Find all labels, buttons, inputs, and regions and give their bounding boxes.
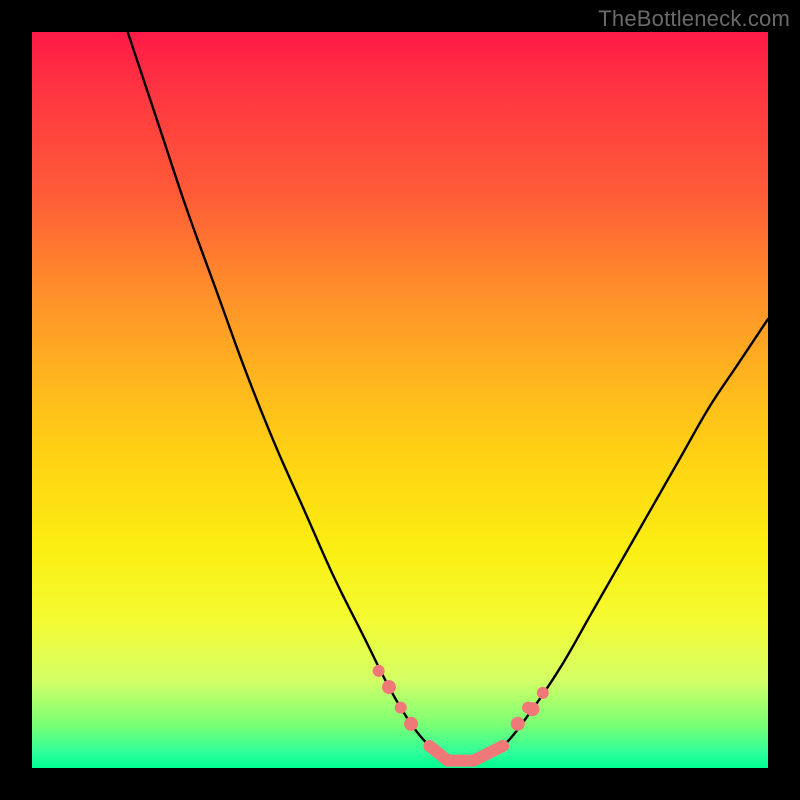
- plot-area: [32, 32, 768, 768]
- curve-marker: [404, 717, 418, 731]
- trough-marker: [429, 746, 503, 761]
- curve-marker: [511, 717, 525, 731]
- curve-marker: [537, 687, 549, 699]
- bottleneck-curve: [32, 32, 768, 768]
- curve-marker: [525, 702, 539, 716]
- watermark-text: TheBottleneck.com: [598, 6, 790, 32]
- chart-frame: TheBottleneck.com: [0, 0, 800, 800]
- curve-marker: [382, 680, 396, 694]
- curve-marker: [395, 702, 407, 714]
- curve-marker: [373, 665, 385, 677]
